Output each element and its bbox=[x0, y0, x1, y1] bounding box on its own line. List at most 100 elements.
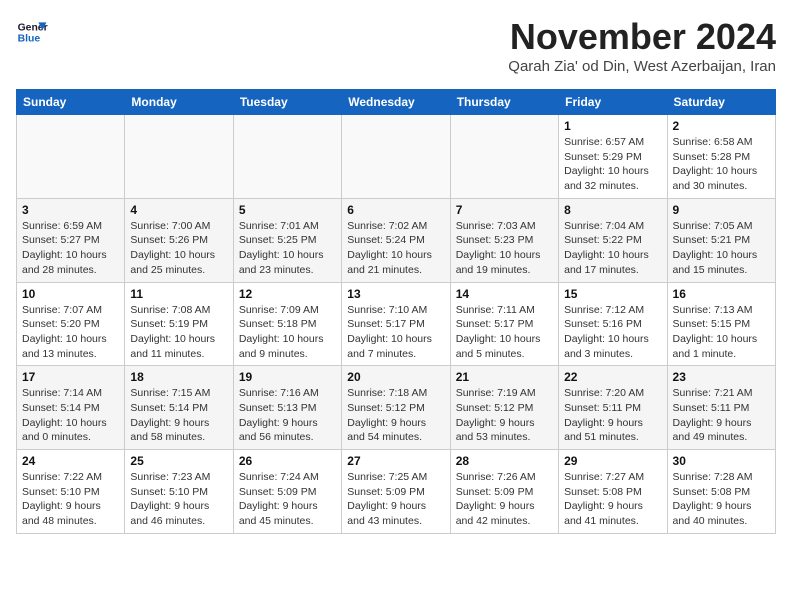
calendar-cell: 26 Sunrise: 7:24 AM Sunset: 5:09 PM Dayli… bbox=[233, 450, 341, 534]
day-number: 9 bbox=[673, 203, 770, 217]
day-number: 1 bbox=[564, 119, 661, 133]
day-number: 24 bbox=[22, 454, 119, 468]
calendar-cell: 22 Sunrise: 7:20 AM Sunset: 5:11 PM Dayli… bbox=[559, 366, 667, 450]
calendar-week-5: 24 Sunrise: 7:22 AM Sunset: 5:10 PM Dayli… bbox=[17, 450, 776, 534]
day-number: 29 bbox=[564, 454, 661, 468]
day-info: Sunrise: 7:12 AM Sunset: 5:16 PM Dayligh… bbox=[564, 303, 661, 362]
day-info: Sunrise: 6:58 AM Sunset: 5:28 PM Dayligh… bbox=[673, 135, 770, 194]
calendar-cell: 12Sunrise: 7:09 AM Sunset: 5:18 PM Dayli… bbox=[233, 282, 341, 366]
calendar-cell: 6 Sunrise: 7:02 AM Sunset: 5:24 PM Daylig… bbox=[342, 198, 450, 282]
calendar-cell: 5Sunrise: 7:01 AM Sunset: 5:25 PM Daylig… bbox=[233, 198, 341, 282]
weekday-monday: Monday bbox=[125, 90, 233, 115]
day-info: Sunrise: 7:22 AM Sunset: 5:10 PM Dayligh… bbox=[22, 470, 119, 529]
day-number: 4 bbox=[130, 203, 227, 217]
calendar-cell: 3 Sunrise: 6:59 AM Sunset: 5:27 PM Daylig… bbox=[17, 198, 125, 282]
weekday-wednesday: Wednesday bbox=[342, 90, 450, 115]
logo: General Blue bbox=[16, 16, 52, 48]
title-section: November 2024 Qarah Zia' od Din, West Az… bbox=[508, 16, 776, 75]
day-number: 15 bbox=[564, 287, 661, 301]
day-number: 14 bbox=[456, 287, 553, 301]
day-info: Sunrise: 7:25 AM Sunset: 5:09 PM Dayligh… bbox=[347, 470, 444, 529]
calendar-cell: 23Sunrise: 7:21 AM Sunset: 5:11 PM Dayli… bbox=[667, 366, 775, 450]
day-number: 18 bbox=[130, 370, 227, 384]
calendar-cell: 2 Sunrise: 6:58 AM Sunset: 5:28 PM Daylig… bbox=[667, 115, 775, 199]
day-info: Sunrise: 7:14 AM Sunset: 5:14 PM Dayligh… bbox=[22, 386, 119, 445]
calendar-cell: 9 Sunrise: 7:05 AM Sunset: 5:21 PM Daylig… bbox=[667, 198, 775, 282]
day-number: 26 bbox=[239, 454, 336, 468]
day-info: Sunrise: 7:28 AM Sunset: 5:08 PM Dayligh… bbox=[673, 470, 770, 529]
day-number: 11 bbox=[130, 287, 227, 301]
day-info: Sunrise: 7:16 AM Sunset: 5:13 PM Dayligh… bbox=[239, 386, 336, 445]
day-info: Sunrise: 7:03 AM Sunset: 5:23 PM Dayligh… bbox=[456, 219, 553, 278]
calendar-table: SundayMondayTuesdayWednesdayThursdayFrid… bbox=[16, 89, 776, 534]
day-info: Sunrise: 7:19 AM Sunset: 5:12 PM Dayligh… bbox=[456, 386, 553, 445]
day-info: Sunrise: 7:04 AM Sunset: 5:22 PM Dayligh… bbox=[564, 219, 661, 278]
day-number: 7 bbox=[456, 203, 553, 217]
day-info: Sunrise: 7:09 AM Sunset: 5:18 PM Dayligh… bbox=[239, 303, 336, 362]
day-number: 21 bbox=[456, 370, 553, 384]
logo-icon: General Blue bbox=[16, 16, 48, 48]
weekday-saturday: Saturday bbox=[667, 90, 775, 115]
day-number: 6 bbox=[347, 203, 444, 217]
day-info: Sunrise: 6:59 AM Sunset: 5:27 PM Dayligh… bbox=[22, 219, 119, 278]
day-info: Sunrise: 7:24 AM Sunset: 5:09 PM Dayligh… bbox=[239, 470, 336, 529]
calendar-cell: 21 Sunrise: 7:19 AM Sunset: 5:12 PM Dayli… bbox=[450, 366, 558, 450]
calendar-cell: 30 Sunrise: 7:28 AM Sunset: 5:08 PM Dayli… bbox=[667, 450, 775, 534]
day-number: 22 bbox=[564, 370, 661, 384]
calendar-cell: 20 Sunrise: 7:18 AM Sunset: 5:12 PM Dayli… bbox=[342, 366, 450, 450]
weekday-sunday: Sunday bbox=[17, 90, 125, 115]
calendar-cell bbox=[125, 115, 233, 199]
calendar-cell: 8 Sunrise: 7:04 AM Sunset: 5:22 PM Daylig… bbox=[559, 198, 667, 282]
day-number: 13 bbox=[347, 287, 444, 301]
day-number: 16 bbox=[673, 287, 770, 301]
day-number: 25 bbox=[130, 454, 227, 468]
calendar-cell: 19 Sunrise: 7:16 AM Sunset: 5:13 PM Dayli… bbox=[233, 366, 341, 450]
calendar-week-2: 3 Sunrise: 6:59 AM Sunset: 5:27 PM Daylig… bbox=[17, 198, 776, 282]
calendar-cell: 15 Sunrise: 7:12 AM Sunset: 5:16 PM Dayli… bbox=[559, 282, 667, 366]
day-info: Sunrise: 7:02 AM Sunset: 5:24 PM Dayligh… bbox=[347, 219, 444, 278]
day-number: 19 bbox=[239, 370, 336, 384]
calendar-week-3: 10 Sunrise: 7:07 AM Sunset: 5:20 PM Dayli… bbox=[17, 282, 776, 366]
day-info: Sunrise: 7:07 AM Sunset: 5:20 PM Dayligh… bbox=[22, 303, 119, 362]
calendar-cell: 1Sunrise: 6:57 AM Sunset: 5:29 PM Daylig… bbox=[559, 115, 667, 199]
day-number: 10 bbox=[22, 287, 119, 301]
calendar-cell: 11Sunrise: 7:08 AM Sunset: 5:19 PM Dayli… bbox=[125, 282, 233, 366]
weekday-thursday: Thursday bbox=[450, 90, 558, 115]
location-title: Qarah Zia' od Din, West Azerbaijan, Iran bbox=[508, 58, 776, 75]
calendar-cell: 28Sunrise: 7:26 AM Sunset: 5:09 PM Dayli… bbox=[450, 450, 558, 534]
calendar-cell: 29Sunrise: 7:27 AM Sunset: 5:08 PM Dayli… bbox=[559, 450, 667, 534]
day-number: 5 bbox=[239, 203, 336, 217]
calendar-body: 1Sunrise: 6:57 AM Sunset: 5:29 PM Daylig… bbox=[17, 115, 776, 534]
weekday-header-row: SundayMondayTuesdayWednesdayThursdayFrid… bbox=[17, 90, 776, 115]
day-info: Sunrise: 7:10 AM Sunset: 5:17 PM Dayligh… bbox=[347, 303, 444, 362]
calendar-cell bbox=[233, 115, 341, 199]
day-number: 2 bbox=[673, 119, 770, 133]
calendar-cell bbox=[450, 115, 558, 199]
day-info: Sunrise: 7:15 AM Sunset: 5:14 PM Dayligh… bbox=[130, 386, 227, 445]
day-number: 30 bbox=[673, 454, 770, 468]
calendar-cell: 25Sunrise: 7:23 AM Sunset: 5:10 PM Dayli… bbox=[125, 450, 233, 534]
weekday-tuesday: Tuesday bbox=[233, 90, 341, 115]
calendar-cell: 16 Sunrise: 7:13 AM Sunset: 5:15 PM Dayli… bbox=[667, 282, 775, 366]
day-info: Sunrise: 7:05 AM Sunset: 5:21 PM Dayligh… bbox=[673, 219, 770, 278]
calendar-cell: 18 Sunrise: 7:15 AM Sunset: 5:14 PM Dayli… bbox=[125, 366, 233, 450]
calendar-week-1: 1Sunrise: 6:57 AM Sunset: 5:29 PM Daylig… bbox=[17, 115, 776, 199]
day-number: 8 bbox=[564, 203, 661, 217]
day-info: Sunrise: 7:21 AM Sunset: 5:11 PM Dayligh… bbox=[673, 386, 770, 445]
calendar-cell: 27 Sunrise: 7:25 AM Sunset: 5:09 PM Dayli… bbox=[342, 450, 450, 534]
day-info: Sunrise: 7:20 AM Sunset: 5:11 PM Dayligh… bbox=[564, 386, 661, 445]
day-number: 3 bbox=[22, 203, 119, 217]
month-title: November 2024 bbox=[508, 16, 776, 58]
day-info: Sunrise: 7:13 AM Sunset: 5:15 PM Dayligh… bbox=[673, 303, 770, 362]
calendar-cell: 24 Sunrise: 7:22 AM Sunset: 5:10 PM Dayli… bbox=[17, 450, 125, 534]
day-number: 27 bbox=[347, 454, 444, 468]
day-info: Sunrise: 7:11 AM Sunset: 5:17 PM Dayligh… bbox=[456, 303, 553, 362]
day-number: 20 bbox=[347, 370, 444, 384]
svg-text:Blue: Blue bbox=[18, 34, 41, 45]
day-info: Sunrise: 7:00 AM Sunset: 5:26 PM Dayligh… bbox=[130, 219, 227, 278]
calendar-cell: 7 Sunrise: 7:03 AM Sunset: 5:23 PM Daylig… bbox=[450, 198, 558, 282]
day-info: Sunrise: 7:18 AM Sunset: 5:12 PM Dayligh… bbox=[347, 386, 444, 445]
calendar-cell: 4 Sunrise: 7:00 AM Sunset: 5:26 PM Daylig… bbox=[125, 198, 233, 282]
calendar-cell: 13 Sunrise: 7:10 AM Sunset: 5:17 PM Dayli… bbox=[342, 282, 450, 366]
calendar-cell: 14 Sunrise: 7:11 AM Sunset: 5:17 PM Dayli… bbox=[450, 282, 558, 366]
